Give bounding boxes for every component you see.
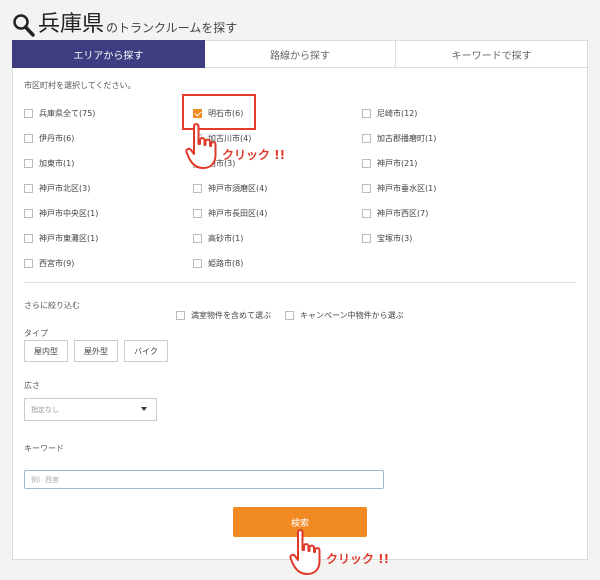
checkbox-icon[interactable] [24,183,33,193]
tab-route[interactable]: 路線から探す [204,40,397,68]
checkbox-icon[interactable] [193,233,202,243]
checkbox-icon[interactable] [24,208,33,218]
city-checkbox[interactable]: 姫路市(8) [193,257,243,269]
city-checkbox[interactable]: 高砂市(1) [193,232,243,244]
size-label: 広さ [24,381,40,390]
checkbox-icon[interactable] [193,183,202,193]
page-title: 兵庫県 のトランクルームを探す [12,8,237,38]
magnifier-icon [13,14,35,37]
city-checkbox[interactable]: 加東市(1) [24,157,74,169]
keyword-label: キーワード [24,444,64,453]
checkbox-icon[interactable] [176,311,185,320]
option-include-full[interactable]: 満室物件を含めて選ぶ [176,310,271,321]
checkbox-icon[interactable] [362,183,371,193]
checkbox-icon[interactable] [193,208,202,218]
checkbox-icon[interactable] [362,108,371,118]
type-label: タイプ [24,329,48,338]
prefecture-name: 兵庫県 [38,12,105,37]
tab-keyword[interactable]: キーワードで探す [396,40,589,68]
city-checkbox[interactable]: 神戸市北区(3) [24,182,90,194]
checkbox-icon[interactable] [362,208,371,218]
city-checkbox[interactable]: 尼崎市(12) [362,107,417,119]
city-checkbox[interactable]: 加古郡播磨町(1) [362,132,436,144]
city-checkbox[interactable]: 神戸市長田区(4) [193,207,267,219]
dropdown-arrow-icon [141,407,147,411]
city-checkbox[interactable]: 神戸市西区(7) [362,207,428,219]
city-checkbox[interactable]: 神戸市(21) [362,157,417,169]
refine-title: さらに絞り込む [24,301,80,310]
area-hint: 市区町村を選択してください。 [24,81,136,90]
city-checkbox[interactable]: 西宮市(9) [24,257,74,269]
size-select[interactable]: 指定なし [24,398,157,421]
city-checkbox[interactable]: 宝塚市(3) [362,232,412,244]
city-checkbox[interactable]: 神戸市中央区(1) [24,207,98,219]
checkbox-icon[interactable] [24,133,33,143]
city-checkbox[interactable]: 神戸市須磨区(4) [193,182,267,194]
checkbox-icon[interactable] [362,133,371,143]
page-subtitle: のトランクルームを探す [106,21,238,35]
section-divider [24,282,576,283]
city-checkbox[interactable]: 神戸市東灘区(1) [24,232,98,244]
pointer-hand-icon [289,529,321,575]
city-checkbox[interactable]: 伊丹市(6) [24,132,74,144]
checkbox-icon[interactable] [362,233,371,243]
city-checkbox[interactable]: 神戸市垂水区(1) [362,182,436,194]
checkbox-icon[interactable] [362,158,371,168]
checkbox-icon[interactable] [285,311,294,320]
checkbox-icon[interactable] [193,258,202,268]
city-checkbox[interactable]: 兵庫県全て(75) [24,107,95,119]
click-annotation: クリック !! [222,148,286,162]
checkbox-icon[interactable] [24,258,33,268]
pointer-hand-icon [185,123,217,169]
tab-area[interactable]: エリアから探す [12,40,205,68]
checkbox-icon[interactable] [24,158,33,168]
keyword-input[interactable] [24,470,384,489]
option-campaign[interactable]: キャンペーン中物件から選ぶ [285,310,404,321]
checkbox-icon[interactable] [24,108,33,118]
type-indoor-button[interactable]: 屋内型 [24,340,68,362]
checkbox-icon[interactable] [24,233,33,243]
type-outdoor-button[interactable]: 屋外型 [74,340,118,362]
search-tabs: エリアから探す 路線から探す キーワードで探す [12,40,589,68]
type-bike-button[interactable]: バイク [124,340,168,362]
click-annotation: クリック !! [326,552,390,566]
